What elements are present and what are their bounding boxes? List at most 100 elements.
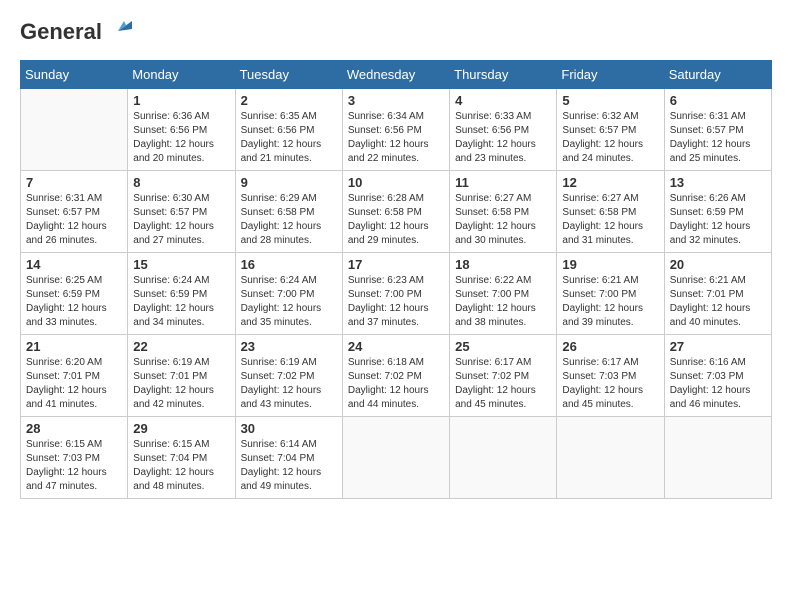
day-info: Sunrise: 6:19 AM Sunset: 7:02 PM Dayligh… (241, 356, 337, 412)
calendar-cell (21, 89, 128, 171)
calendar-cell: 3 Sunrise: 6:34 AM Sunset: 6:56 PM Daylig… (342, 89, 449, 171)
day-info: Sunrise: 6:23 AM Sunset: 7:00 PM Dayligh… (348, 274, 444, 330)
weekday-header-monday: Monday (128, 61, 235, 89)
day-info: Sunrise: 6:18 AM Sunset: 7:02 PM Dayligh… (348, 356, 444, 412)
day-number: 17 (348, 257, 444, 272)
day-number: 8 (133, 175, 229, 190)
day-number: 5 (562, 93, 658, 108)
day-number: 23 (241, 339, 337, 354)
weekday-header-thursday: Thursday (450, 61, 557, 89)
calendar-cell: 29 Sunrise: 6:15 AM Sunset: 7:04 PM Dayli… (128, 417, 235, 499)
calendar-cell: 22Sunrise: 6:19 AM Sunset: 7:01 PM Dayli… (128, 335, 235, 417)
day-info: Sunrise: 6:14 AM Sunset: 7:04 PM Dayligh… (241, 438, 337, 494)
calendar-cell: 27 Sunrise: 6:16 AM Sunset: 7:03 PM Dayli… (664, 335, 771, 417)
calendar-cell (557, 417, 664, 499)
calendar-cell: 30 Sunrise: 6:14 AM Sunset: 7:04 PM Dayli… (235, 417, 342, 499)
day-info: Sunrise: 6:24 AM Sunset: 6:59 PM Dayligh… (133, 274, 229, 330)
calendar-cell (342, 417, 449, 499)
calendar-week-2: 7 Sunrise: 6:31 AM Sunset: 6:57 PM Daylig… (21, 171, 772, 253)
calendar-cell: 10Sunrise: 6:28 AM Sunset: 6:58 PM Dayli… (342, 171, 449, 253)
day-number: 16 (241, 257, 337, 272)
calendar-header-row: SundayMondayTuesdayWednesdayThursdayFrid… (21, 61, 772, 89)
day-info: Sunrise: 6:30 AM Sunset: 6:57 PM Dayligh… (133, 192, 229, 248)
day-number: 20 (670, 257, 766, 272)
calendar-cell: 15Sunrise: 6:24 AM Sunset: 6:59 PM Dayli… (128, 253, 235, 335)
calendar-cell: 9 Sunrise: 6:29 AM Sunset: 6:58 PM Daylig… (235, 171, 342, 253)
calendar-cell: 21 Sunrise: 6:20 AM Sunset: 7:01 PM Dayli… (21, 335, 128, 417)
logo: General (20, 20, 132, 45)
day-info: Sunrise: 6:27 AM Sunset: 6:58 PM Dayligh… (455, 192, 551, 248)
calendar-cell: 5 Sunrise: 6:32 AM Sunset: 6:57 PM Daylig… (557, 89, 664, 171)
calendar-week-1: 1 Sunrise: 6:36 AM Sunset: 6:56 PM Daylig… (21, 89, 772, 171)
day-info: Sunrise: 6:15 AM Sunset: 7:04 PM Dayligh… (133, 438, 229, 494)
calendar-week-5: 28Sunrise: 6:15 AM Sunset: 7:03 PM Dayli… (21, 417, 772, 499)
day-number: 28 (26, 421, 122, 436)
calendar-cell: 2 Sunrise: 6:35 AM Sunset: 6:56 PM Daylig… (235, 89, 342, 171)
day-number: 1 (133, 93, 229, 108)
calendar-cell: 6 Sunrise: 6:31 AM Sunset: 6:57 PM Daylig… (664, 89, 771, 171)
day-number: 11 (455, 175, 551, 190)
calendar-cell: 4Sunrise: 6:33 AM Sunset: 6:56 PM Daylig… (450, 89, 557, 171)
day-number: 12 (562, 175, 658, 190)
day-info: Sunrise: 6:20 AM Sunset: 7:01 PM Dayligh… (26, 356, 122, 412)
calendar-cell: 11 Sunrise: 6:27 AM Sunset: 6:58 PM Dayli… (450, 171, 557, 253)
weekday-header-sunday: Sunday (21, 61, 128, 89)
calendar-cell: 13Sunrise: 6:26 AM Sunset: 6:59 PM Dayli… (664, 171, 771, 253)
day-number: 30 (241, 421, 337, 436)
weekday-header-tuesday: Tuesday (235, 61, 342, 89)
calendar-cell: 7 Sunrise: 6:31 AM Sunset: 6:57 PM Daylig… (21, 171, 128, 253)
day-number: 3 (348, 93, 444, 108)
calendar-cell: 23 Sunrise: 6:19 AM Sunset: 7:02 PM Dayli… (235, 335, 342, 417)
day-info: Sunrise: 6:17 AM Sunset: 7:03 PM Dayligh… (562, 356, 658, 412)
day-number: 9 (241, 175, 337, 190)
calendar-cell: 17 Sunrise: 6:23 AM Sunset: 7:00 PM Dayli… (342, 253, 449, 335)
calendar-cell: 28Sunrise: 6:15 AM Sunset: 7:03 PM Dayli… (21, 417, 128, 499)
page-header: General (20, 20, 772, 45)
day-info: Sunrise: 6:29 AM Sunset: 6:58 PM Dayligh… (241, 192, 337, 248)
day-info: Sunrise: 6:31 AM Sunset: 6:57 PM Dayligh… (26, 192, 122, 248)
calendar-cell: 26 Sunrise: 6:17 AM Sunset: 7:03 PM Dayli… (557, 335, 664, 417)
day-number: 13 (670, 175, 766, 190)
day-info: Sunrise: 6:36 AM Sunset: 6:56 PM Dayligh… (133, 110, 229, 166)
calendar-cell: 20 Sunrise: 6:21 AM Sunset: 7:01 PM Dayli… (664, 253, 771, 335)
day-info: Sunrise: 6:33 AM Sunset: 6:56 PM Dayligh… (455, 110, 551, 166)
logo-bird-icon (104, 17, 132, 45)
day-number: 14 (26, 257, 122, 272)
day-info: Sunrise: 6:32 AM Sunset: 6:57 PM Dayligh… (562, 110, 658, 166)
day-number: 2 (241, 93, 337, 108)
day-info: Sunrise: 6:31 AM Sunset: 6:57 PM Dayligh… (670, 110, 766, 166)
calendar-cell: 16 Sunrise: 6:24 AM Sunset: 7:00 PM Dayli… (235, 253, 342, 335)
day-number: 10 (348, 175, 444, 190)
calendar-cell: 18 Sunrise: 6:22 AM Sunset: 7:00 PM Dayli… (450, 253, 557, 335)
day-info: Sunrise: 6:17 AM Sunset: 7:02 PM Dayligh… (455, 356, 551, 412)
day-info: Sunrise: 6:22 AM Sunset: 7:00 PM Dayligh… (455, 274, 551, 330)
day-number: 25 (455, 339, 551, 354)
day-number: 6 (670, 93, 766, 108)
calendar-cell: 24 Sunrise: 6:18 AM Sunset: 7:02 PM Dayli… (342, 335, 449, 417)
logo-text-line1: General (20, 19, 102, 44)
day-info: Sunrise: 6:34 AM Sunset: 6:56 PM Dayligh… (348, 110, 444, 166)
weekday-header-wednesday: Wednesday (342, 61, 449, 89)
day-info: Sunrise: 6:25 AM Sunset: 6:59 PM Dayligh… (26, 274, 122, 330)
day-info: Sunrise: 6:21 AM Sunset: 7:01 PM Dayligh… (670, 274, 766, 330)
calendar-cell: 19Sunrise: 6:21 AM Sunset: 7:00 PM Dayli… (557, 253, 664, 335)
day-number: 24 (348, 339, 444, 354)
calendar-cell: 25 Sunrise: 6:17 AM Sunset: 7:02 PM Dayli… (450, 335, 557, 417)
day-number: 7 (26, 175, 122, 190)
calendar-week-4: 21 Sunrise: 6:20 AM Sunset: 7:01 PM Dayli… (21, 335, 772, 417)
day-number: 21 (26, 339, 122, 354)
calendar-cell: 12 Sunrise: 6:27 AM Sunset: 6:58 PM Dayli… (557, 171, 664, 253)
day-info: Sunrise: 6:35 AM Sunset: 6:56 PM Dayligh… (241, 110, 337, 166)
weekday-header-friday: Friday (557, 61, 664, 89)
day-number: 26 (562, 339, 658, 354)
calendar-cell (450, 417, 557, 499)
calendar-table: SundayMondayTuesdayWednesdayThursdayFrid… (20, 60, 772, 499)
day-info: Sunrise: 6:21 AM Sunset: 7:00 PM Dayligh… (562, 274, 658, 330)
calendar-cell: 8 Sunrise: 6:30 AM Sunset: 6:57 PM Daylig… (128, 171, 235, 253)
day-number: 29 (133, 421, 229, 436)
day-info: Sunrise: 6:16 AM Sunset: 7:03 PM Dayligh… (670, 356, 766, 412)
day-info: Sunrise: 6:27 AM Sunset: 6:58 PM Dayligh… (562, 192, 658, 248)
day-info: Sunrise: 6:24 AM Sunset: 7:00 PM Dayligh… (241, 274, 337, 330)
day-number: 18 (455, 257, 551, 272)
day-number: 27 (670, 339, 766, 354)
